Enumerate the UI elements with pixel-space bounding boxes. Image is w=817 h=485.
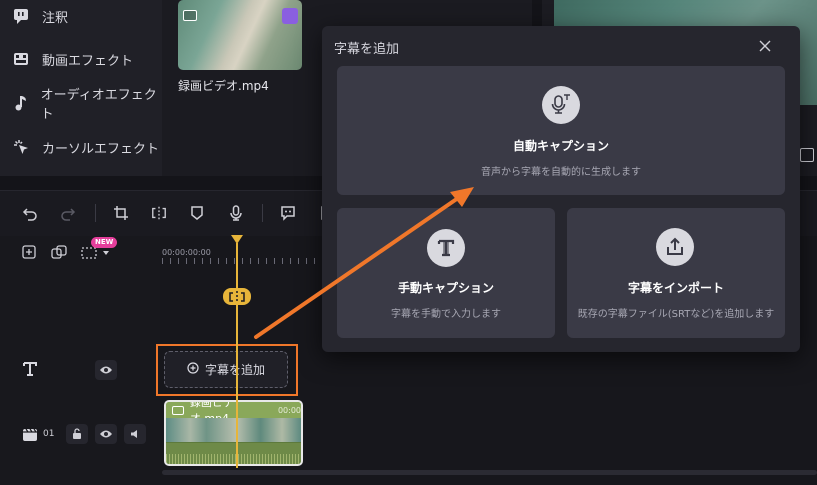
import-subtitle-title: 字幕をインポート <box>627 281 724 295</box>
clip-header: 録画ビデオ.mp4 00:00 <box>166 402 301 425</box>
clip-thumbnails <box>166 418 301 444</box>
crop-icon[interactable] <box>113 205 129 221</box>
comment-icon <box>10 5 32 27</box>
manual-caption-desc: 字幕を手動で入力します <box>391 309 501 320</box>
speaker-icon[interactable] <box>124 424 146 444</box>
eye-icon[interactable] <box>95 424 117 444</box>
auto-caption-title: 自動キャプション <box>512 139 609 153</box>
media-thumbnail[interactable] <box>178 0 302 70</box>
selection-dropdown[interactable] <box>81 246 111 260</box>
music-note-icon <box>10 92 31 114</box>
undo-icon[interactable] <box>22 205 38 221</box>
timeline-scrollbar[interactable] <box>162 470 817 475</box>
video-icon <box>183 10 197 21</box>
marker-icon[interactable] <box>189 205 205 221</box>
copy-track-icon[interactable] <box>51 245 67 259</box>
video-icon <box>172 405 184 415</box>
sidebar-item-label: オーディオエフェクト <box>40 88 157 122</box>
sidebar-item-video-effect[interactable]: 動画エフェクト <box>10 47 133 71</box>
import-subtitle-desc: 既存の字幕ファイル(SRTなど)を追加します <box>577 309 775 320</box>
add-subtitle-button[interactable]: 字幕を追加 <box>164 351 288 388</box>
sidebar-item-cursor-effect[interactable]: カーソルエフェクト <box>10 135 159 159</box>
clip-time: 00:00 <box>277 405 301 415</box>
close-icon[interactable] <box>757 38 773 54</box>
speech-bubble-icon[interactable] <box>280 205 296 221</box>
text-track-icon <box>22 361 38 377</box>
audio-waveform <box>166 442 301 464</box>
timecode-label: 00:00:00:00 <box>162 248 211 257</box>
scissors-icon <box>282 8 298 24</box>
add-track-icon[interactable] <box>22 245 36 259</box>
track-number: 01 <box>43 429 55 439</box>
auto-caption-desc: 音声から字幕を自動的に生成します <box>481 167 641 178</box>
video-track-icon <box>22 426 38 442</box>
dialog-title: 字幕を追加 <box>334 42 400 57</box>
timeline-ruler <box>162 258 322 264</box>
new-badge: NEW <box>91 237 118 248</box>
video-clip[interactable]: 録画ビデオ.mp4 00:00 <box>164 400 303 466</box>
eye-icon[interactable] <box>95 360 117 380</box>
plus-circle-icon <box>187 362 199 377</box>
upload-icon <box>656 228 694 266</box>
text-icon <box>427 229 465 267</box>
playhead-handle[interactable] <box>231 235 243 244</box>
playhead-split-button[interactable] <box>223 288 251 305</box>
sidebar-item-label: 動画エフェクト <box>42 53 134 69</box>
toolbar-divider <box>262 204 263 222</box>
sidebar-item-label: 注釈 <box>42 10 69 26</box>
unlock-icon[interactable] <box>66 424 88 444</box>
split-icon[interactable] <box>151 205 167 221</box>
microphone-icon[interactable] <box>228 205 244 221</box>
cursor-sparkle-icon <box>10 136 32 158</box>
resize-icon[interactable] <box>800 148 814 162</box>
playhead-line[interactable] <box>236 243 238 468</box>
manual-caption-title: 手動キャプション <box>397 281 494 295</box>
sidebar-item-annotation[interactable]: 注釈 <box>10 4 68 28</box>
effects-sidebar: 注釈 動画エフェクト オーディオエフェクト カーソルエフェクト <box>0 0 162 176</box>
add-subtitle-label: 字幕を追加 <box>204 363 265 377</box>
toolbar-divider <box>95 204 96 222</box>
media-file-name: 録画ビデオ.mp4 <box>178 79 269 93</box>
redo-icon[interactable] <box>60 205 76 221</box>
sidebar-item-label: カーソルエフェクト <box>42 141 160 157</box>
sidebar-item-audio-effect[interactable]: オーディオエフェクト <box>10 88 162 122</box>
microphone-text-icon <box>542 86 580 124</box>
film-icon <box>10 48 32 70</box>
